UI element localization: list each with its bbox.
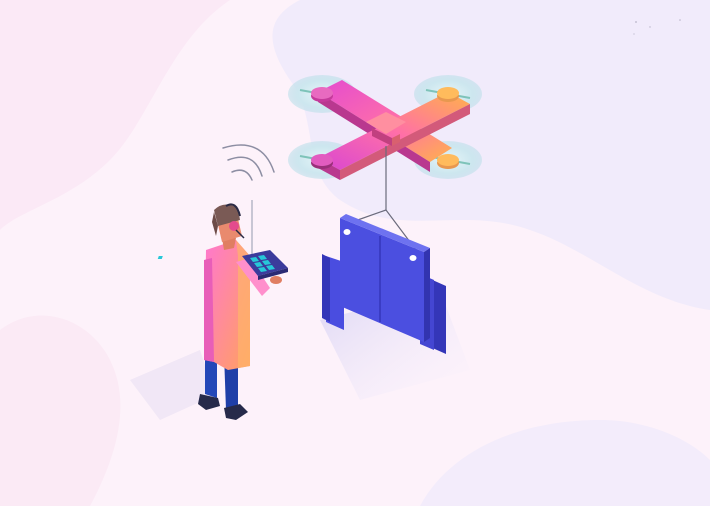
drone-delivery-illustration bbox=[0, 0, 710, 506]
illustration-frame bbox=[0, 0, 710, 506]
